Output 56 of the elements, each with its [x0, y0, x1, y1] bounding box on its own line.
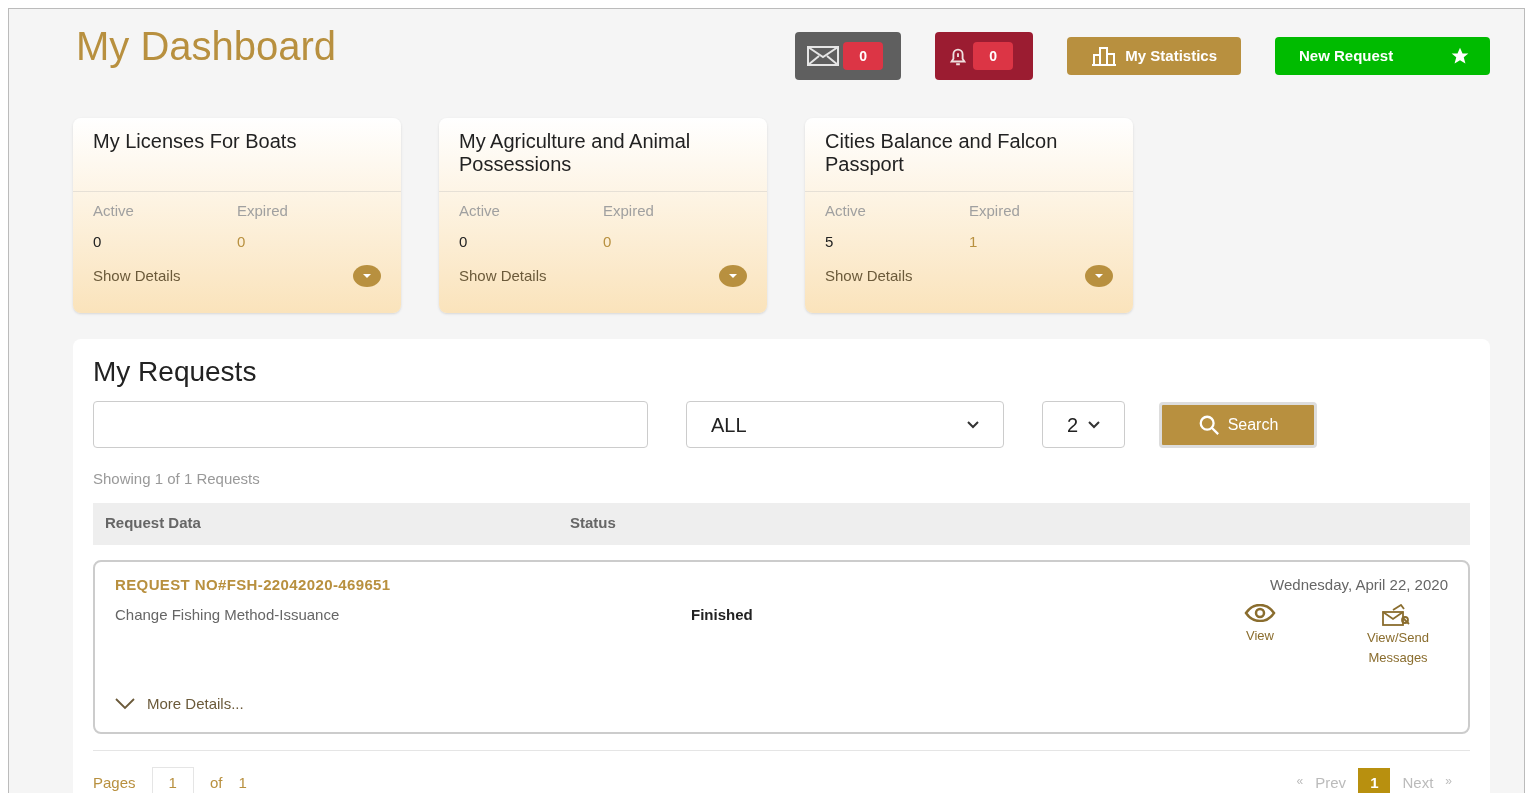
envelope-icon: [807, 46, 840, 66]
search-field[interactable]: [93, 401, 648, 448]
request-date: Wednesday, April 22, 2020: [1270, 574, 1448, 595]
chevron-down-icon: [115, 698, 135, 711]
column-header: Request Data: [105, 513, 202, 534]
active-label: Active: [825, 201, 867, 221]
chevron-down-icon: [1088, 420, 1100, 429]
star-icon: [1450, 46, 1470, 66]
results-count: Showing 1 of 1 Requests: [93, 469, 261, 489]
section-title: My Requests: [93, 355, 258, 389]
statistics-button[interactable]: My Statistics: [1067, 37, 1241, 75]
active-label: Active: [93, 201, 135, 221]
card-title: Cities Balance and Falcon Passport: [825, 130, 1059, 176]
bar-chart-icon: [1091, 46, 1118, 66]
count-badge: 0: [843, 42, 884, 70]
caret-icon[interactable]: [353, 265, 381, 288]
chevron-down-icon: [967, 420, 979, 429]
more-details-link[interactable]: More Details...: [115, 693, 1448, 716]
new-request-button[interactable]: New Request: [1275, 37, 1490, 75]
page-size-select[interactable]: 2: [1042, 401, 1125, 448]
page-number-field[interactable]: 1: [151, 766, 194, 793]
show-details-link[interactable]: Show Details: [825, 265, 913, 288]
pages-label: Pages: [93, 772, 136, 793]
active-count: 5: [825, 231, 835, 252]
view-action[interactable]: View: [1244, 604, 1276, 667]
messages-counter[interactable]: 0: [795, 32, 902, 80]
request-number[interactable]: REQUEST NO#FSH-22042020-469651: [115, 573, 391, 596]
count-badge: 0: [973, 42, 1014, 70]
messages-action[interactable]: View/Send Messages: [1362, 604, 1434, 667]
expired-label: Expired: [237, 201, 289, 221]
expired-count: 0: [603, 231, 613, 252]
caret-icon[interactable]: [719, 265, 747, 288]
search-button[interactable]: Search: [1159, 401, 1317, 448]
service-name: Change Fishing Method-Issuance: [115, 605, 341, 625]
card-title: My Licenses For Boats: [93, 130, 298, 153]
card-title: My Agriculture and Animal Possessions: [459, 130, 692, 176]
show-details-link[interactable]: Show Details: [93, 265, 181, 288]
active-count: 0: [93, 231, 103, 252]
show-details-link[interactable]: Show Details: [459, 265, 547, 288]
request-status: Finished: [691, 605, 753, 625]
expired-label: Expired: [969, 201, 1021, 221]
alerts-counter[interactable]: 0: [935, 32, 1034, 80]
status-select[interactable]: ALL: [686, 401, 1004, 448]
expired-count: 0: [237, 231, 247, 252]
active-count: 0: [459, 231, 469, 252]
page-link[interactable]: 1: [1358, 767, 1391, 793]
total-pages: 1: [238, 772, 247, 793]
eye-icon: [1244, 604, 1276, 622]
column-header: Status: [570, 513, 616, 534]
active-label: Active: [459, 201, 501, 221]
of-label: of: [209, 772, 223, 793]
expired-count: 1: [969, 231, 979, 252]
search-icon: [1197, 413, 1220, 436]
page-title: My Dashboard: [76, 23, 337, 69]
expired-label: Expired: [603, 201, 655, 221]
caret-icon[interactable]: [1085, 265, 1113, 288]
